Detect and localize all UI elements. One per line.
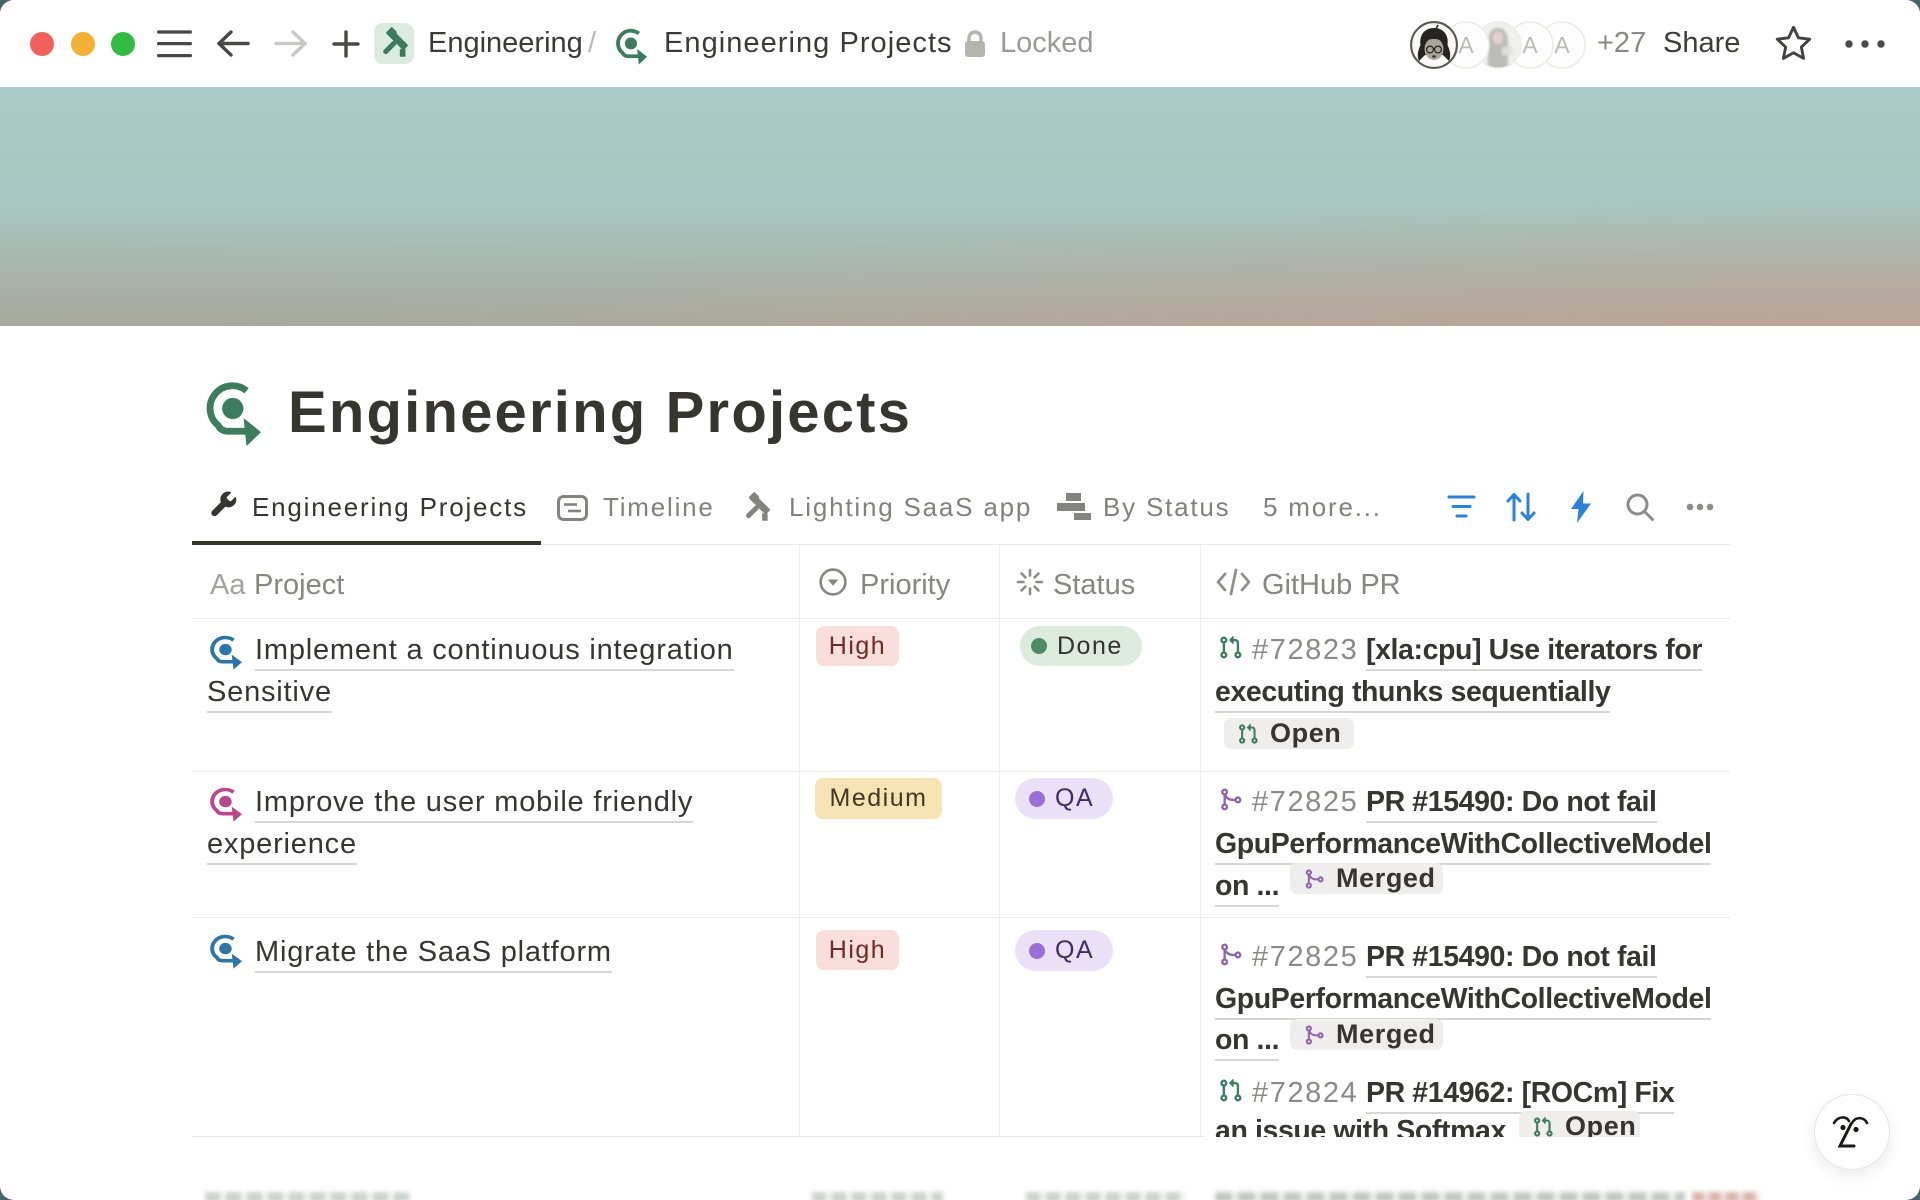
svg-text:A: A bbox=[1522, 32, 1538, 58]
svg-text:A: A bbox=[1458, 32, 1474, 58]
svg-text:A: A bbox=[1554, 32, 1570, 58]
